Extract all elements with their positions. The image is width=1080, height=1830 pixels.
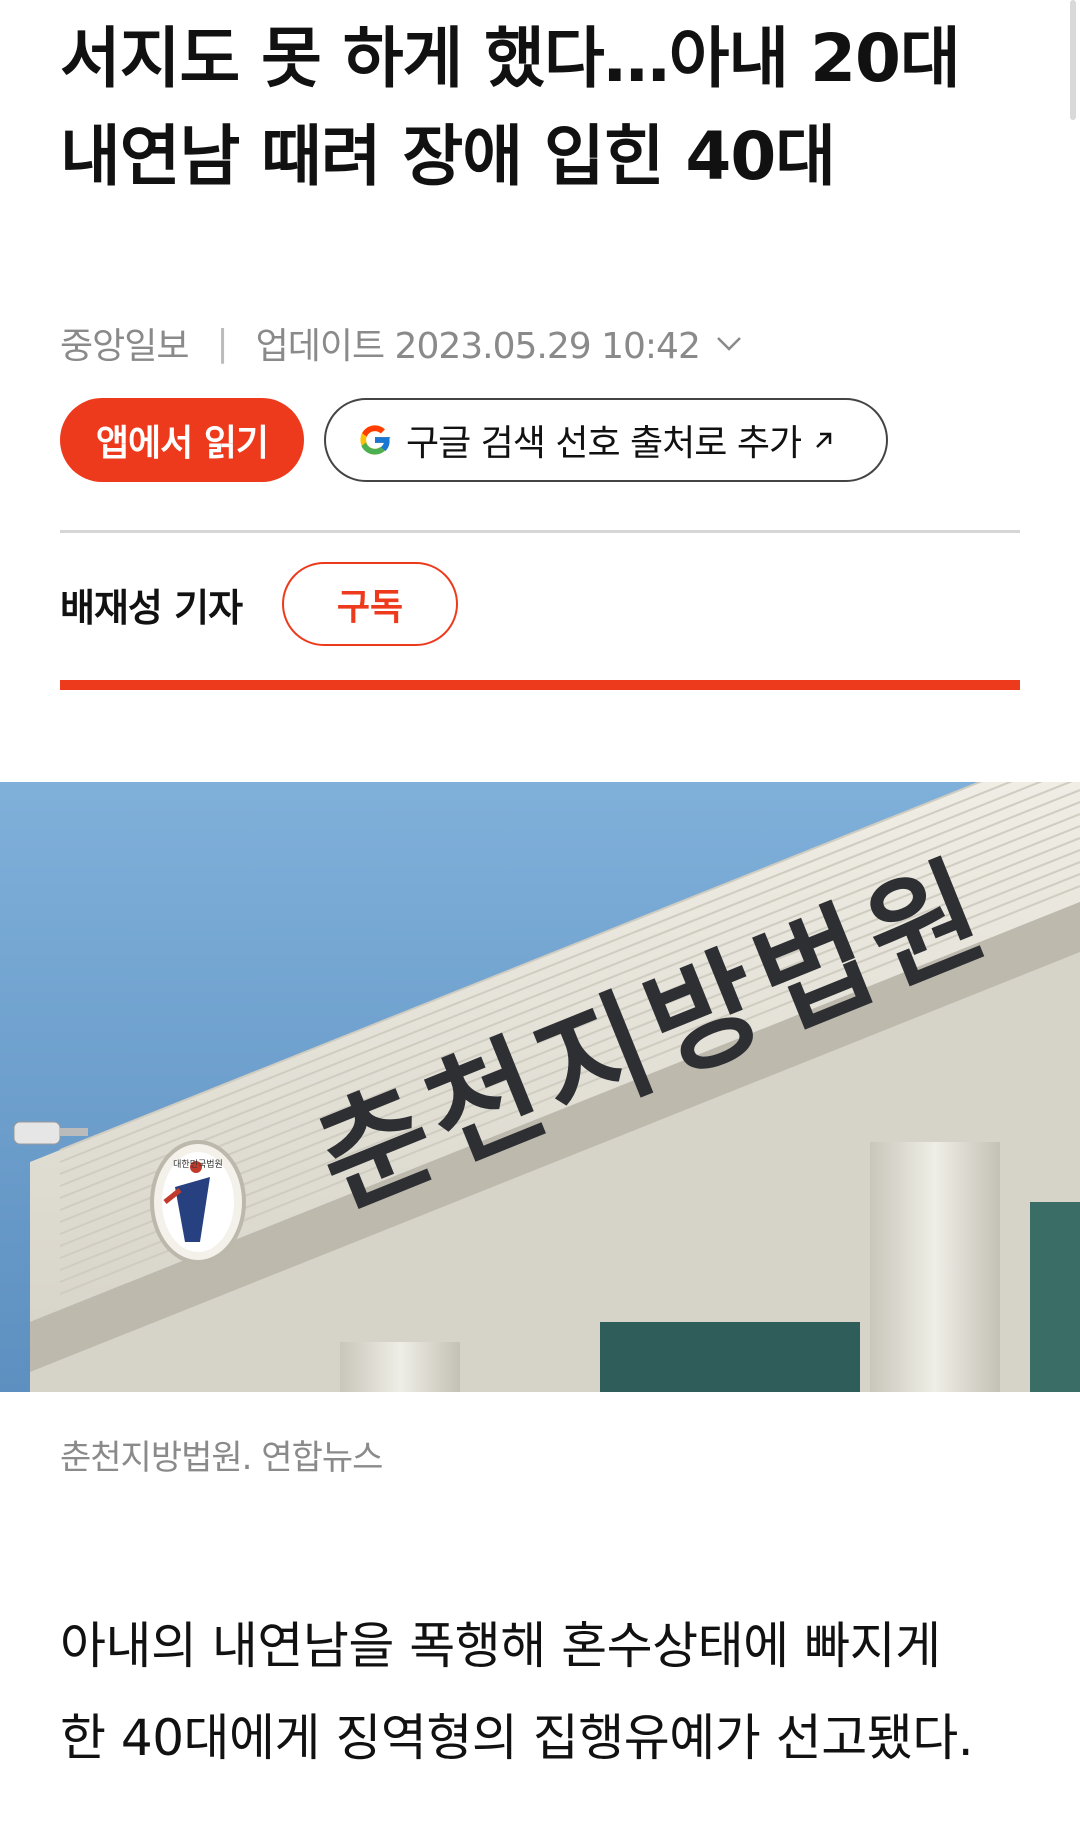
headline-line-2: 내연남 때려 장애 입힌 40대 — [60, 118, 836, 195]
article-photo[interactable]: 대한민국법원 춘천지방법원 — [0, 782, 1080, 1392]
chevron-down-icon[interactable] — [714, 328, 744, 358]
reporter-row: 배재성 기자 구독 — [60, 562, 459, 646]
google-preferred-source-label: 구글 검색 선호 출처로 추가 — [406, 423, 802, 464]
subscribe-label: 구독 — [336, 587, 404, 628]
subscribe-button[interactable]: 구독 — [282, 562, 459, 646]
reporter-name[interactable]: 배재성 기자 — [60, 577, 243, 632]
emblem-text: 대한민국법원 — [173, 1159, 223, 1170]
updated-timestamp[interactable]: 업데이트 2023.05.29 10:42 — [256, 317, 701, 369]
action-buttons: 앱에서 읽기 구글 검색 선호 출처로 추가 — [60, 398, 888, 482]
body-line-2: 한 40대에게 징역형의 집행유예가 선고됐다. — [60, 1709, 974, 1767]
article-headline: 서지도 못 하게 했다…아내 20대 내연남 때려 장애 입힌 40대 — [60, 10, 1010, 206]
scrollbar[interactable] — [1070, 0, 1076, 120]
court-building-image: 대한민국법원 춘천지방법원 — [0, 782, 1080, 1392]
arrow-up-right-icon — [816, 432, 832, 448]
meta-separator: | — [216, 322, 228, 364]
article-body: 아내의 내연남을 폭행해 혼수상태에 빠지게 한 40대에게 징역형의 집행유예… — [60, 1600, 1020, 1784]
read-in-app-label: 앱에서 읽기 — [95, 423, 269, 464]
read-in-app-button[interactable]: 앱에서 읽기 — [60, 398, 304, 482]
body-line-1: 아내의 내연남을 폭행해 혼수상태에 빠지게 — [60, 1617, 941, 1675]
accent-divider — [60, 680, 1020, 690]
google-preferred-source-button[interactable]: 구글 검색 선호 출처로 추가 — [324, 398, 888, 482]
photo-caption: 춘천지방법원. 연합뉴스 — [60, 1438, 383, 1478]
article-meta: 중앙일보 | 업데이트 2023.05.29 10:42 — [60, 318, 744, 368]
divider — [60, 530, 1020, 533]
google-g-icon — [360, 425, 391, 455]
source-name: 중앙일보 — [60, 326, 189, 367]
headline-line-1: 서지도 못 하게 했다…아내 20대 — [60, 20, 961, 97]
